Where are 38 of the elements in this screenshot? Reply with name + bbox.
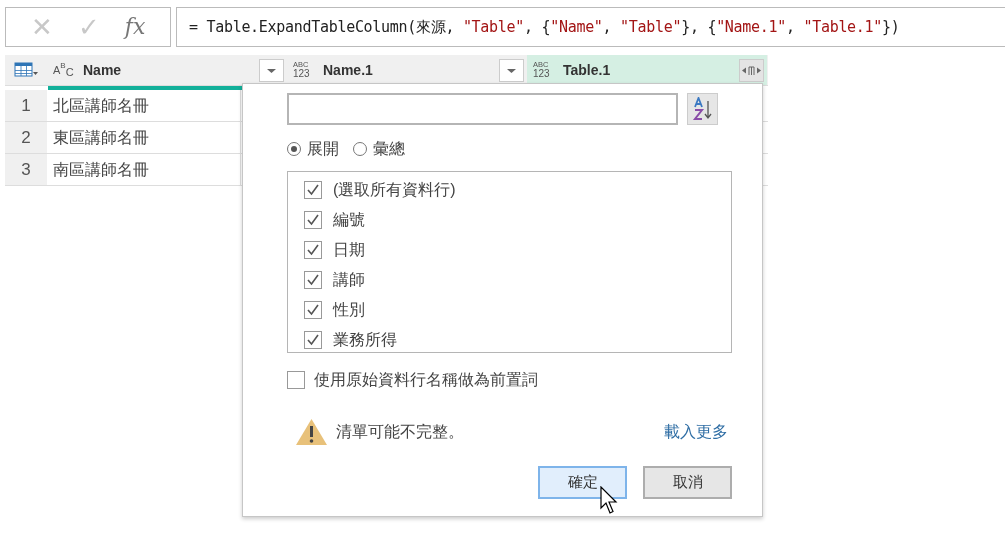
column-option[interactable]: 編號 bbox=[304, 205, 731, 235]
sort-button[interactable] bbox=[687, 93, 718, 125]
table-cell: 南區講師名冊 bbox=[47, 154, 241, 185]
table-cell: 東區講師名冊 bbox=[47, 122, 241, 153]
column-option[interactable]: 日期 bbox=[304, 235, 731, 265]
cancel-button[interactable]: 取消 bbox=[643, 466, 732, 499]
column-name: Name bbox=[83, 60, 123, 80]
formula-field[interactable]: = Table.ExpandTableColumn(來源, "Table", {"Name", "Table"}, {"Name.1", "Table.1"}) bbox=[176, 7, 1005, 47]
search-field[interactable] bbox=[287, 93, 678, 125]
column-option[interactable]: 業務所得 bbox=[304, 325, 731, 355]
column-option[interactable]: (選取所有資料行) bbox=[304, 175, 731, 205]
checkbox[interactable] bbox=[304, 181, 322, 199]
radio-option[interactable]: 彙總 bbox=[353, 137, 405, 161]
checkbox[interactable] bbox=[304, 331, 322, 349]
expand-column-icon[interactable] bbox=[739, 58, 764, 82]
load-more-link[interactable]: 載入更多 bbox=[664, 420, 728, 444]
checkbox[interactable] bbox=[287, 371, 305, 389]
checkbox[interactable] bbox=[304, 301, 322, 319]
checkbox[interactable] bbox=[304, 211, 322, 229]
column-option[interactable]: 性別 bbox=[304, 295, 731, 325]
row-number: 2 bbox=[5, 122, 47, 153]
checkbox[interactable] bbox=[304, 271, 322, 289]
column-option[interactable]: 講師 bbox=[304, 265, 731, 295]
checkbox[interactable] bbox=[304, 241, 322, 259]
column-name: Name.1 bbox=[323, 60, 374, 80]
table-cell: 北區講師名冊 bbox=[47, 90, 241, 121]
column-name: Table.1 bbox=[563, 60, 612, 80]
table-menu-icon[interactable] bbox=[14, 62, 38, 78]
prefix-option[interactable]: 使用原始資料行名稱做為前置詞 bbox=[287, 368, 718, 392]
row-number: 1 bbox=[5, 90, 47, 121]
formula-text: = Table.ExpandTableColumn(來源, "Table", {"Name", "Table"}, {"Name.1", "Table.1"}) bbox=[189, 16, 900, 38]
warning-icon bbox=[295, 418, 328, 446]
warning-text: 清單可能不完整。 bbox=[336, 422, 465, 442]
row-number: 3 bbox=[5, 154, 47, 185]
sort-ascending-icon bbox=[691, 97, 714, 121]
radio-option[interactable]: 展開 bbox=[287, 137, 339, 161]
ok-button[interactable]: 確定 bbox=[538, 466, 627, 499]
function-button[interactable]: fx bbox=[124, 16, 146, 38]
